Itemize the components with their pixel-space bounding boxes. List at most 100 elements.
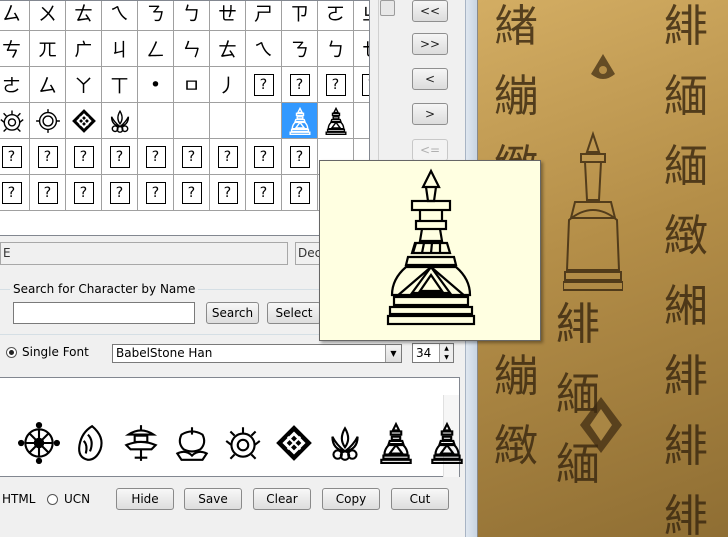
grid-cell-char: ㄨ — [37, 3, 57, 25]
hide-button[interactable]: Hide — [116, 488, 174, 510]
grid-cell[interactable]: ? — [246, 139, 282, 175]
grid-cell[interactable]: ㄥ — [138, 31, 174, 67]
grid-cell[interactable] — [246, 103, 282, 139]
grid-cell[interactable]: ㄊ — [66, 1, 102, 31]
missing-glyph-box: ? — [253, 181, 274, 204]
search-button[interactable]: Search — [206, 302, 259, 324]
grid-cell[interactable]: ㄝ — [210, 1, 246, 31]
grid-cell-char: ㄗ — [289, 3, 309, 25]
grid-cell[interactable]: ? — [0, 175, 30, 211]
grid-cell[interactable]: ? — [246, 175, 282, 211]
next-page-button[interactable]: > — [412, 103, 448, 125]
grid-cell[interactable]: ㄟ — [102, 1, 138, 31]
grid-cell[interactable]: ㄓ — [354, 1, 369, 31]
grid-cell[interactable]: ㄫ — [30, 31, 66, 67]
grid-cell[interactable] — [282, 103, 318, 139]
single-font-radio[interactable] — [6, 347, 17, 358]
grid-cell[interactable]: ? — [174, 139, 210, 175]
grid-cell[interactable] — [0, 103, 30, 139]
grid-cell[interactable]: ㄛ — [318, 1, 354, 31]
grid-cell[interactable]: ? — [174, 175, 210, 211]
grid-cell-char: ㄛ — [325, 3, 345, 25]
grid-cell[interactable]: ㄊ — [210, 31, 246, 67]
prev-page-button[interactable]: < — [412, 68, 448, 90]
search-group-label: Search for Character by Name — [10, 282, 199, 296]
cut-button[interactable]: Cut — [391, 488, 449, 510]
character-grid[interactable]: ㄙㄨㄊㄟㄋㄅㄝㄕㄗㄛㄓㄘㄫㄬㄐㄥㄣㄊㄟㄋㄅㄝㄜㄙㄚㄒ•ㅁ丿???????????… — [0, 0, 370, 236]
grid-cell[interactable] — [354, 103, 369, 139]
grid-cell[interactable]: ㄨ — [30, 1, 66, 31]
text-preview-area[interactable] — [0, 377, 463, 477]
grid-cell[interactable]: ? — [66, 139, 102, 175]
grid-cell[interactable]: ㄅ — [174, 1, 210, 31]
grid-cell[interactable]: ㄗ — [282, 1, 318, 31]
grid-cell[interactable] — [30, 103, 66, 139]
endless-knot-icon — [70, 107, 98, 135]
grid-cell[interactable] — [138, 103, 174, 139]
copy-button[interactable]: Copy — [322, 488, 380, 510]
grid-cell[interactable]: ㄜ — [0, 67, 30, 103]
grid-cell-char: ㄜ — [1, 75, 21, 97]
grid-cell[interactable]: ㄙ — [0, 1, 30, 31]
grid-cell[interactable]: ? — [30, 175, 66, 211]
first-page-button[interactable]: << — [412, 0, 448, 22]
grid-cell[interactable]: ㄐ — [102, 31, 138, 67]
grid-cell[interactable]: ? — [282, 139, 318, 175]
search-input[interactable] — [13, 302, 195, 324]
grid-cell[interactable]: ㄬ — [66, 31, 102, 67]
grid-cell[interactable]: ? — [0, 139, 30, 175]
grid-cell[interactable]: ㄘ — [0, 31, 30, 67]
grid-cell-char: ㄟ — [253, 39, 273, 61]
grid-cell[interactable]: ? — [138, 139, 174, 175]
grid-cell[interactable]: ? — [318, 67, 354, 103]
grid-cell[interactable]: ? — [138, 175, 174, 211]
font-select[interactable]: BabelStone Han ▼ — [112, 344, 402, 363]
grid-cell[interactable]: ㄒ — [102, 67, 138, 103]
grid-cell[interactable]: ? — [66, 175, 102, 211]
html-label: HTML — [2, 492, 36, 506]
grid-cell-char: • — [149, 73, 162, 96]
grid-cell[interactable]: ㄕ — [246, 1, 282, 31]
grid-cell[interactable]: ? — [354, 67, 369, 103]
missing-glyph-box: ? — [217, 145, 238, 168]
grid-cell[interactable]: ? — [246, 67, 282, 103]
grid-cell[interactable] — [102, 103, 138, 139]
grid-cell[interactable]: ㄋ — [138, 1, 174, 31]
grid-cell[interactable]: ㄋ — [282, 31, 318, 67]
grid-cell[interactable]: ㄙ — [30, 67, 66, 103]
grid-cell[interactable]: ? — [210, 175, 246, 211]
grid-cell[interactable]: ? — [210, 139, 246, 175]
last-page-button[interactable]: >> — [412, 33, 448, 55]
grid-cell[interactable]: ㅁ — [174, 67, 210, 103]
grid-cell[interactable]: ㄝ — [354, 31, 369, 67]
back-button[interactable]: <= — [412, 139, 448, 161]
grid-cell[interactable]: ? — [102, 175, 138, 211]
grid-cell-char: ㄟ — [109, 3, 129, 25]
grid-cell-char: ㄅ — [325, 39, 345, 61]
select-button[interactable]: Select — [267, 302, 321, 324]
grid-cell[interactable]: ㄅ — [318, 31, 354, 67]
grid-cell-char: ㄊ — [217, 39, 237, 61]
grid-cell[interactable] — [174, 103, 210, 139]
save-button[interactable]: Save — [184, 488, 242, 510]
chevron-down-icon[interactable]: ▼ — [385, 345, 401, 362]
font-size-spinner[interactable]: 34 ▲ ▼ — [412, 343, 454, 363]
grid-cell[interactable]: ㄟ — [246, 31, 282, 67]
grid-cell[interactable]: • — [138, 67, 174, 103]
grid-cell[interactable] — [210, 103, 246, 139]
grid-cell[interactable] — [66, 103, 102, 139]
grid-cell[interactable]: ? — [282, 175, 318, 211]
grid-cell[interactable]: ? — [102, 139, 138, 175]
spinner-arrows-icon[interactable]: ▲ ▼ — [439, 344, 453, 362]
grid-cell[interactable]: ㄚ — [66, 67, 102, 103]
grid-cell[interactable]: 丿 — [210, 67, 246, 103]
grid-cell[interactable]: ? — [30, 139, 66, 175]
grid-scrollbar-thumb[interactable] — [380, 0, 395, 16]
missing-glyph-box: ? — [37, 181, 58, 204]
grid-cell[interactable]: ㄣ — [174, 31, 210, 67]
grid-cell[interactable] — [318, 103, 354, 139]
ucn-radio[interactable] — [47, 494, 58, 505]
grid-cell[interactable]: ? — [282, 67, 318, 103]
ucn-label: UCN — [64, 492, 91, 506]
clear-button[interactable]: Clear — [253, 488, 311, 510]
